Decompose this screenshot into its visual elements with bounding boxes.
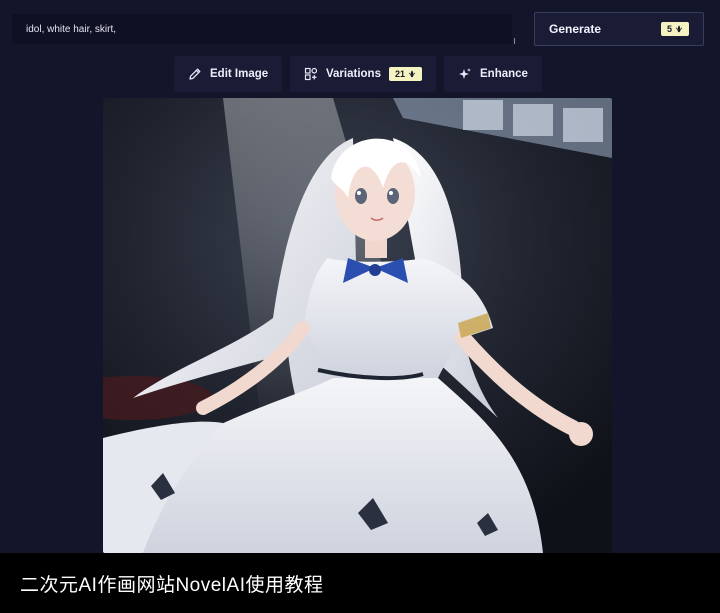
resize-handle[interactable] <box>514 38 520 44</box>
variations-cost-badge: 21 <box>388 67 422 81</box>
variations-label: Variations <box>326 68 381 80</box>
generate-button[interactable]: Generate 5 <box>534 12 704 46</box>
generate-label: Generate <box>549 22 602 36</box>
caption-text: 二次元AI作画网站NovelAI使用教程 <box>20 574 324 596</box>
edit-image-label: Edit Image <box>210 68 269 80</box>
prompt-text: idol, white hair, skirt, <box>26 23 117 35</box>
anlas-icon <box>408 70 416 78</box>
anlas-icon <box>675 25 683 33</box>
prompt-input[interactable]: idol, white hair, skirt, <box>12 14 512 44</box>
pencil-icon <box>189 68 201 80</box>
enhance-button[interactable]: Enhance <box>444 56 542 92</box>
generate-cost: 5 <box>666 24 672 34</box>
enhance-label: Enhance <box>480 68 528 80</box>
image-toolbar: Edit Image Variations 21 Enhance <box>0 56 720 92</box>
video-caption: 二次元AI作画网站NovelAI使用教程 <box>0 553 720 613</box>
sparkle-icon <box>459 68 471 79</box>
generate-cost-badge: 5 <box>660 22 689 36</box>
edit-image-button[interactable]: Edit Image <box>174 56 283 92</box>
generated-image[interactable] <box>103 98 612 553</box>
grid-icon <box>304 67 318 81</box>
variations-cost: 21 <box>394 69 405 79</box>
generated-image-art <box>103 98 612 553</box>
variations-button[interactable]: Variations 21 <box>290 56 436 92</box>
